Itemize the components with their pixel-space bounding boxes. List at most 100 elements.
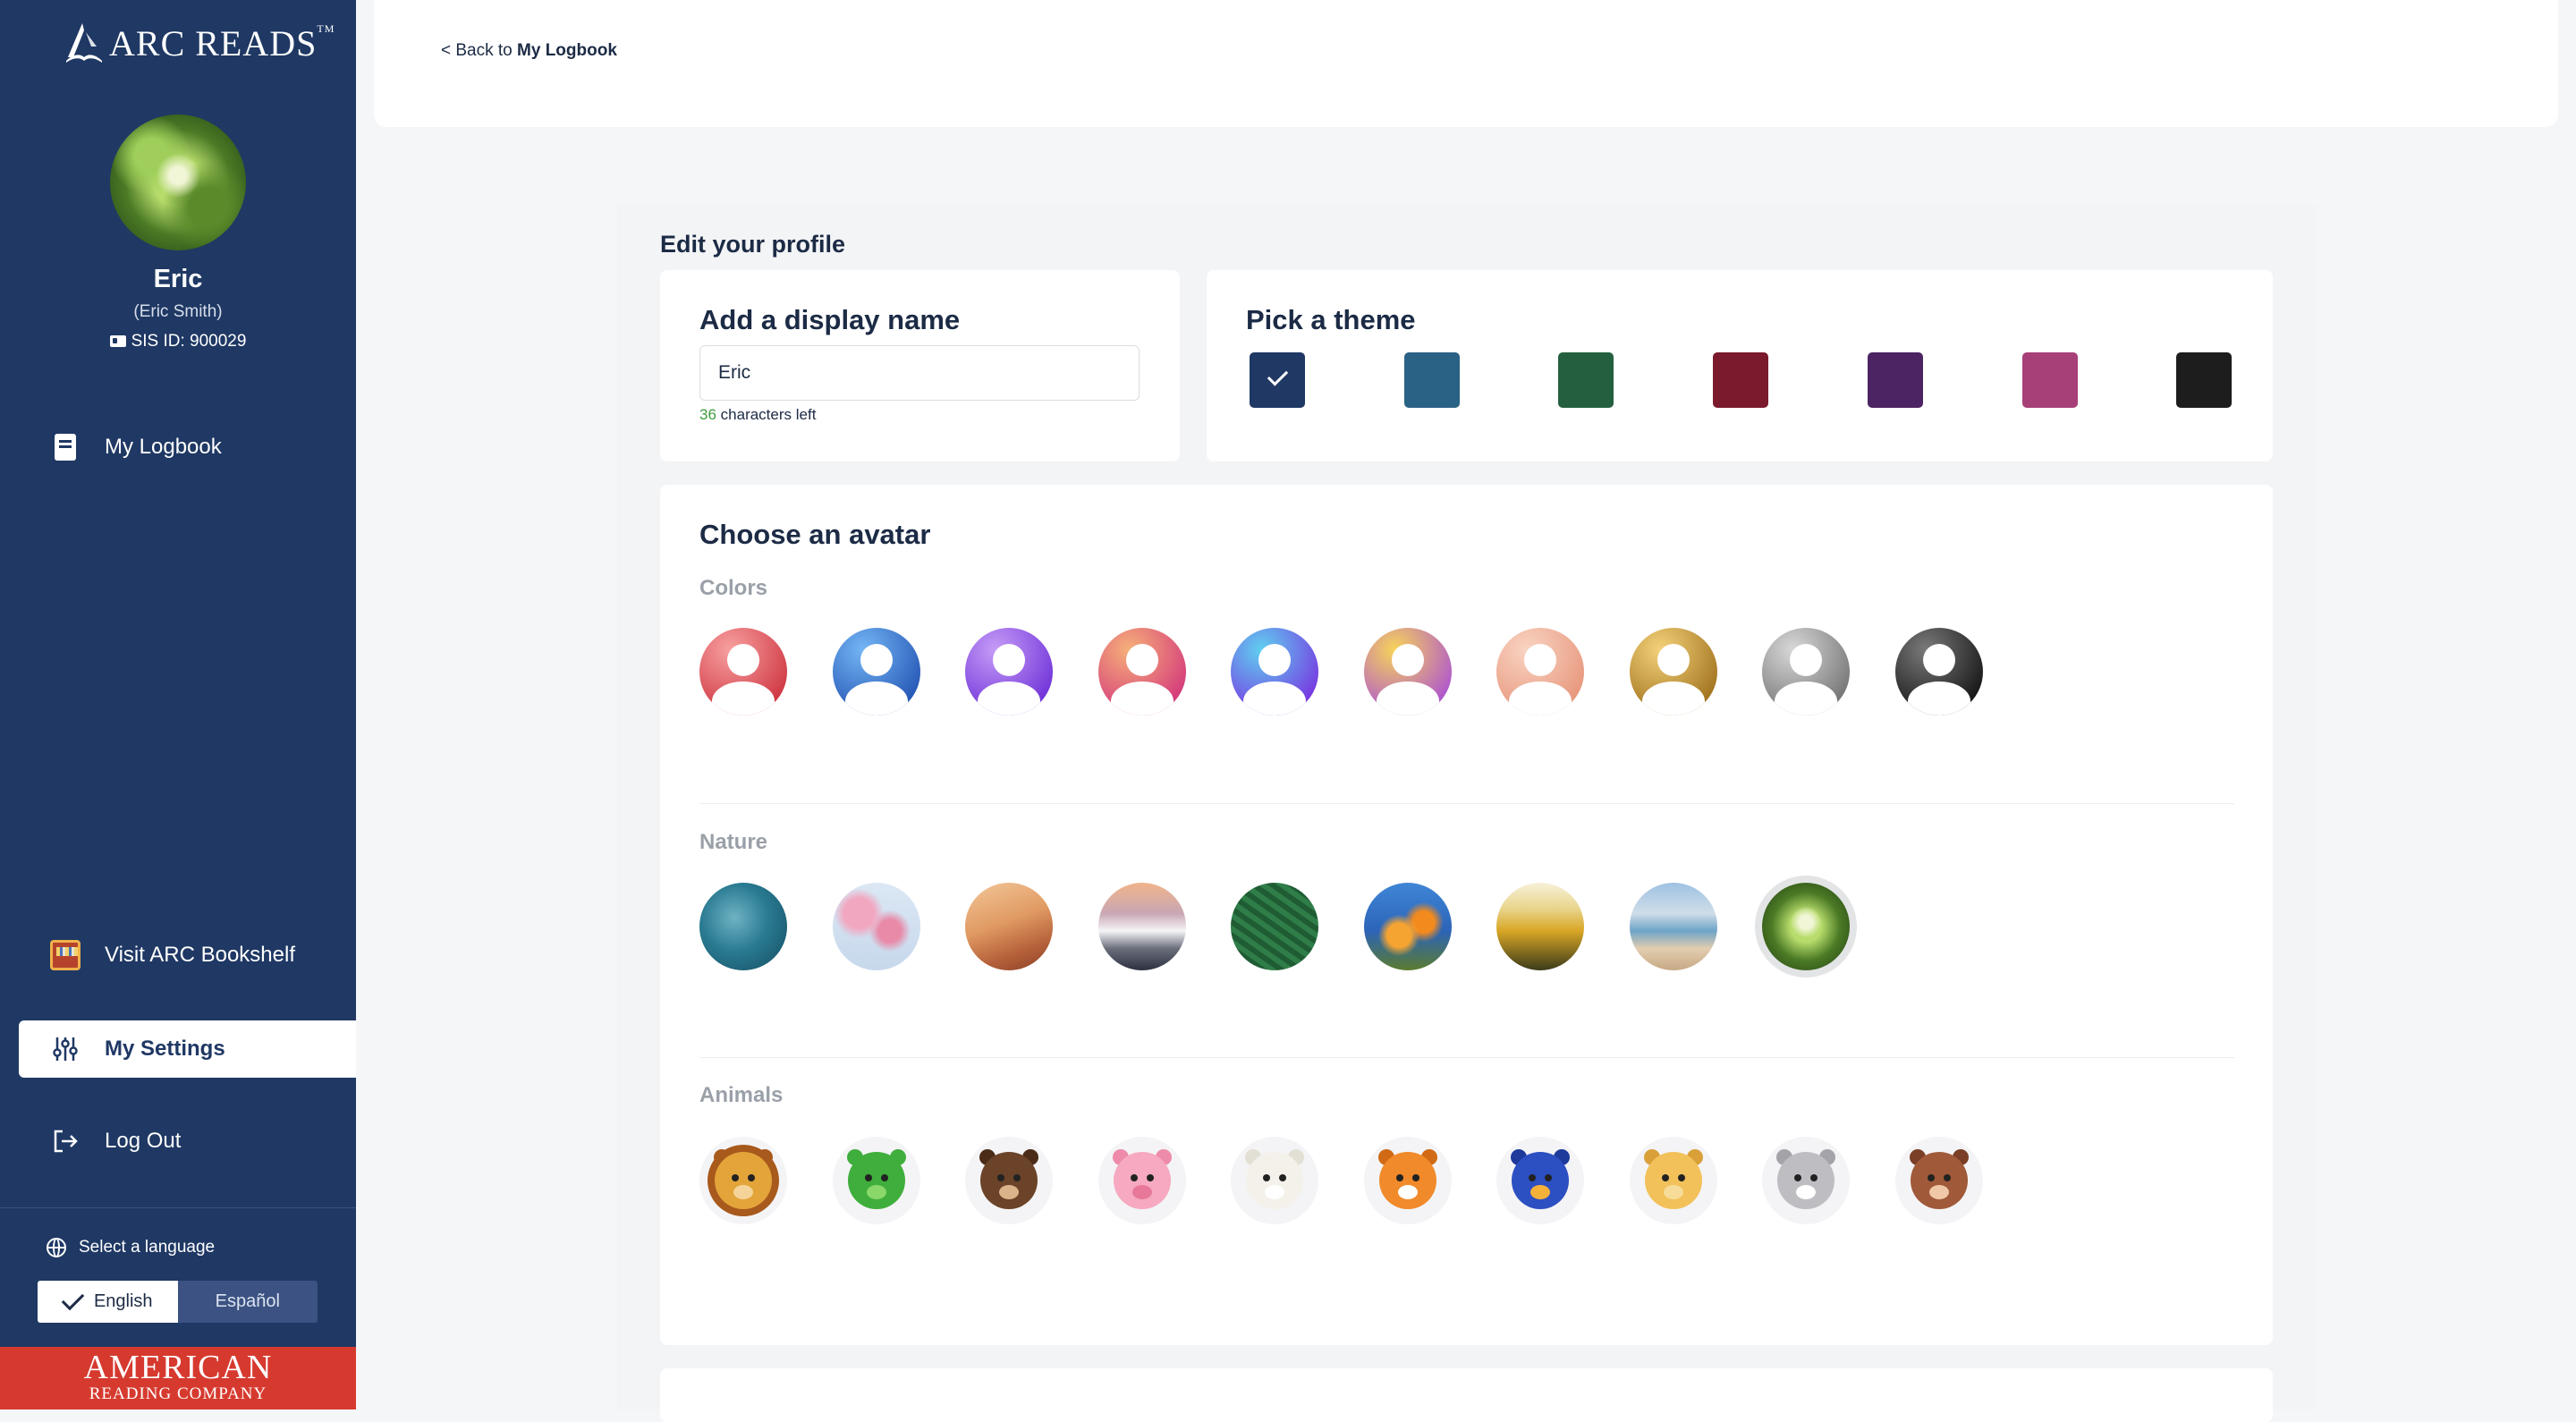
bookshelf-icon (50, 940, 80, 970)
theme-swatch[interactable] (2176, 352, 2233, 408)
face-shape (980, 1152, 1038, 1209)
avatar-color-option[interactable] (1097, 628, 1186, 715)
avatar-nature-orange-flowers[interactable] (1363, 883, 1452, 970)
theme-swatch[interactable] (1713, 352, 1769, 408)
language-option-english[interactable]: English (38, 1281, 178, 1323)
eye-shape (1263, 1174, 1270, 1181)
avatar-animal-owl-icon[interactable] (1496, 1137, 1584, 1224)
avatar-nature-ocean-water[interactable] (699, 883, 787, 970)
avatar-animal-cat-icon[interactable] (1762, 1137, 1850, 1224)
avatar-title: Choose an avatar (699, 519, 931, 550)
avatar-nature-fern-leaves[interactable] (1231, 883, 1318, 970)
nav-log-out-label: Log Out (105, 1129, 182, 1153)
avatar-animal-lion-icon[interactable] (699, 1137, 787, 1224)
eye-shape (997, 1174, 1004, 1181)
theme-swatch[interactable] (1558, 352, 1614, 408)
settings-sliders-icon (50, 1034, 80, 1064)
avatar-nature-beach-shore[interactable] (1629, 883, 1717, 970)
avatar-nature-desert-dunes[interactable] (965, 883, 1053, 970)
check-icon (61, 1287, 85, 1311)
eye-shape (1810, 1174, 1818, 1181)
nav-my-settings[interactable]: My Settings (19, 1020, 356, 1078)
nav-my-logbook[interactable]: My Logbook (0, 420, 356, 474)
theme-title: Pick a theme (1246, 304, 1416, 335)
avatar-animal-tiger-icon[interactable] (1363, 1137, 1452, 1224)
avatar-color-option[interactable] (1629, 628, 1717, 715)
person-head-icon (1125, 644, 1158, 676)
display-name-input[interactable] (699, 345, 1140, 401)
eye-shape (1146, 1174, 1154, 1181)
person-body-icon (978, 681, 1040, 715)
face-shape (1512, 1152, 1569, 1209)
snout-shape (1663, 1185, 1683, 1199)
avatar-nature-sunflower-field[interactable] (1496, 883, 1584, 970)
avatar-animal-bear-icon[interactable] (965, 1137, 1053, 1224)
person-body-icon (1775, 681, 1837, 715)
eye-shape (864, 1174, 872, 1181)
avatar-color-option[interactable] (1231, 628, 1318, 715)
language-title-text: Select a language (79, 1238, 216, 1257)
theme-card: Pick a theme (1207, 270, 2273, 461)
language-option-espanol-label: Español (215, 1291, 280, 1311)
id-card-icon (109, 335, 126, 347)
person-head-icon (727, 644, 759, 676)
logo-text: ARC READSTM (109, 21, 335, 63)
face-shape (1644, 1152, 1702, 1209)
theme-swatch[interactable] (1403, 352, 1460, 408)
person-head-icon (1391, 644, 1424, 676)
snout-shape (1131, 1185, 1152, 1199)
avatar-color-option[interactable] (1762, 628, 1850, 715)
avatar-nature-forest-canopy[interactable] (1762, 883, 1850, 970)
avatar-animal-pig-icon[interactable] (1097, 1137, 1186, 1224)
nav-visit-bookshelf[interactable]: Visit ARC Bookshelf (0, 928, 356, 982)
american-reading-company-logo[interactable]: AMERICAN READING COMPANY (0, 1347, 356, 1409)
avatar-animal-giraffe-icon[interactable] (1629, 1137, 1717, 1224)
theme-swatch[interactable] (1250, 352, 1305, 408)
avatar-color-option[interactable] (1496, 628, 1584, 715)
eye-shape (1927, 1174, 1935, 1181)
logout-icon (50, 1126, 80, 1156)
person-head-icon (1524, 644, 1556, 676)
snout-shape (1265, 1185, 1284, 1199)
avatar-color-option[interactable] (1363, 628, 1452, 715)
avatar-color-option[interactable] (832, 628, 920, 715)
avatar-color-option[interactable] (699, 628, 787, 715)
avatar-nature-mountain-sunset[interactable] (1097, 883, 1186, 970)
footer-logo-line2: READING COMPANY (89, 1384, 267, 1403)
profile-display-name: Eric (153, 265, 203, 293)
eye-shape (1943, 1174, 1951, 1181)
person-head-icon (993, 644, 1025, 676)
avatar-colors-row (699, 628, 2234, 726)
avatar-animal-cow-icon[interactable] (1894, 1137, 1983, 1224)
avatar-color-option[interactable] (965, 628, 1053, 715)
globe-icon (47, 1238, 66, 1257)
avatar-animal-polar-bear-icon[interactable] (1231, 1137, 1318, 1224)
avatar-animal-frog-icon[interactable] (832, 1137, 920, 1224)
open-book-logo-icon (66, 23, 102, 63)
arc-reads-logo[interactable]: ARC READSTM (64, 18, 335, 68)
back-to-logbook-link[interactable]: < Back to My Logbook (441, 41, 617, 61)
face-shape (1378, 1152, 1436, 1209)
nav-log-out[interactable]: Log Out (0, 1114, 356, 1168)
theme-swatch[interactable] (2021, 352, 2078, 408)
face-shape (1910, 1152, 1968, 1209)
sis-id-text: SIS ID: 900029 (131, 332, 247, 351)
avatar-nature-cherry-blossom[interactable] (832, 883, 920, 970)
eye-shape (1677, 1174, 1685, 1181)
language-option-espanol[interactable]: Español (177, 1281, 318, 1323)
eye-shape (1395, 1174, 1403, 1181)
person-head-icon (1790, 644, 1822, 676)
person-head-icon (860, 644, 893, 676)
footer-logo-line1: AMERICAN (83, 1349, 273, 1386)
page-title: Edit your profile (660, 231, 846, 258)
avatar-color-option[interactable] (1894, 628, 1983, 715)
characters-left-counter: 36 characters left (699, 406, 816, 424)
person-body-icon (1641, 681, 1705, 715)
sidebar-divider (0, 1207, 356, 1208)
avatar-card: Choose an avatar Colors Nature Animals (660, 485, 2273, 1345)
theme-swatch[interactable] (1867, 352, 1923, 408)
snout-shape (866, 1185, 886, 1199)
profile-sis-id: SIS ID: 900029 (0, 332, 356, 351)
section-divider (699, 803, 2234, 804)
avatar-animals-label: Animals (699, 1083, 784, 1107)
